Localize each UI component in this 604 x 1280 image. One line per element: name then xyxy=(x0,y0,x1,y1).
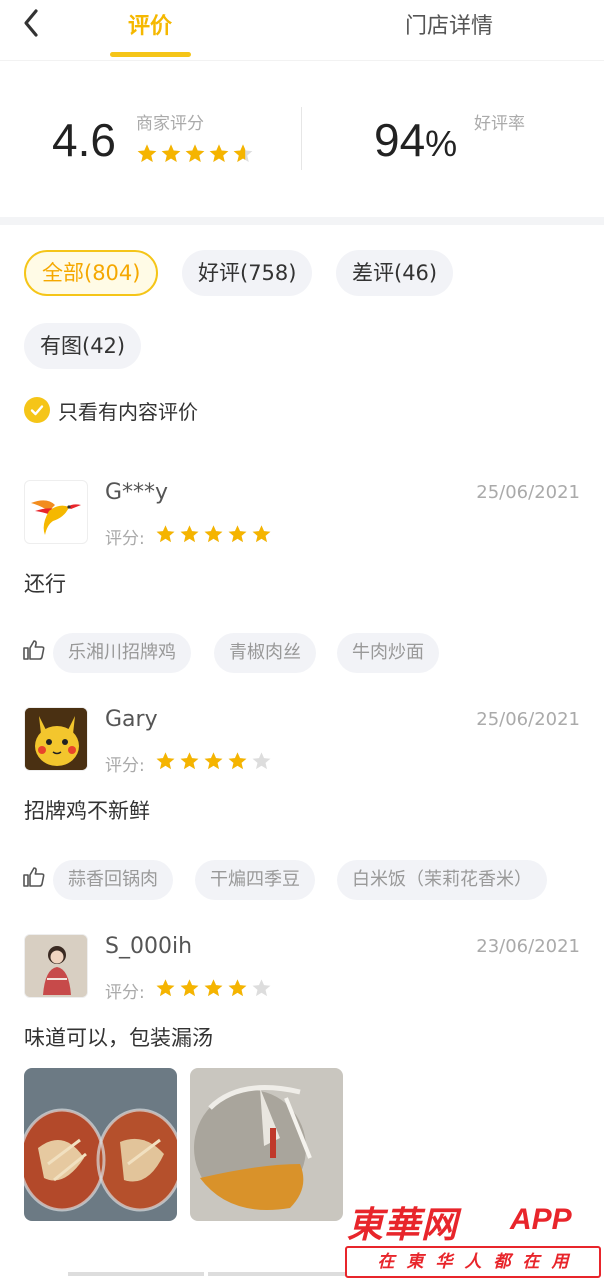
star-empty-icon xyxy=(252,752,271,770)
avatar[interactable] xyxy=(24,934,88,998)
dish-tag[interactable]: 蒜香回锅肉 xyxy=(53,860,173,900)
review-photo[interactable] xyxy=(190,1068,343,1221)
hummingbird-logo-icon xyxy=(31,500,81,535)
user-photo-avatar-icon xyxy=(25,935,87,997)
review-date: 25/06/2021 xyxy=(476,482,580,503)
merchant-score-stars xyxy=(136,143,254,169)
review-text: 招牌鸡不新鲜 xyxy=(24,799,150,823)
review-rating-stars xyxy=(155,524,272,549)
tab-reviews[interactable]: 评价 xyxy=(128,8,172,40)
merchant-score-label: 商家评分 xyxy=(136,114,204,134)
leaking-package-photo-icon xyxy=(190,1068,343,1221)
review-text: 味道可以，包装漏汤 xyxy=(24,1026,213,1050)
star-filled-icon xyxy=(180,525,199,543)
dish-tag[interactable]: 干煸四季豆 xyxy=(195,860,315,900)
review-rating-stars xyxy=(155,978,272,1003)
filter-photos-chip[interactable]: 有图(42) xyxy=(24,323,142,369)
food-photo-icon xyxy=(24,1068,177,1221)
star-filled-icon xyxy=(228,525,247,543)
tab-store-details[interactable]: 门店详情 xyxy=(405,8,493,40)
list-bottom-line xyxy=(68,1272,204,1276)
rating-summary: 4.6 商家评分 94% 好评率 xyxy=(0,60,604,217)
dish-tag[interactable]: 乐湘川招牌鸡 xyxy=(53,633,191,673)
checkmark-icon xyxy=(24,397,50,423)
star-filled-icon xyxy=(185,144,205,162)
dish-tag[interactable]: 牛肉炒面 xyxy=(337,633,439,673)
review-text: 还行 xyxy=(24,572,66,596)
star-filled-icon xyxy=(156,752,175,770)
review-username: G***y xyxy=(105,480,169,505)
review-rating-stars xyxy=(155,751,272,776)
rating-label: 评分: xyxy=(105,756,145,776)
star-filled-icon xyxy=(161,144,181,162)
review-photo[interactable] xyxy=(24,1068,177,1221)
review-date: 23/06/2021 xyxy=(476,936,580,957)
thumbs-up-icon xyxy=(23,640,45,660)
star-filled-icon xyxy=(137,144,157,162)
active-tab-indicator xyxy=(110,52,191,57)
watermark-slogan-box: 在東华人都在用 xyxy=(345,1246,601,1278)
pikachu-avatar-icon xyxy=(25,708,87,770)
section-divider xyxy=(0,217,604,225)
dish-tag[interactable]: 青椒肉丝 xyxy=(214,633,316,673)
star-filled-icon xyxy=(180,979,199,997)
avatar[interactable] xyxy=(24,707,88,771)
rating-label: 评分: xyxy=(105,529,145,549)
list-bottom-line xyxy=(208,1272,348,1276)
back-button[interactable] xyxy=(18,6,48,40)
filter-good-chip[interactable]: 好评(758) xyxy=(182,250,313,296)
star-half-icon xyxy=(233,144,253,162)
watermark-slogan: 在東华人都在用 xyxy=(377,1252,581,1272)
content-only-label: 只看有内容评价 xyxy=(58,399,198,424)
review-username: S_000ih xyxy=(105,934,193,959)
star-filled-icon xyxy=(180,752,199,770)
content-only-toggle[interactable]: 只看有内容评价 xyxy=(24,396,198,424)
top-nav: 评价 门店详情 xyxy=(0,0,604,60)
watermark-brand: 東華网 xyxy=(347,1205,459,1246)
chevron-left-icon xyxy=(24,9,38,37)
rating-label: 评分: xyxy=(105,983,145,1003)
star-filled-icon xyxy=(228,752,247,770)
watermark-app: APP xyxy=(510,1203,572,1236)
star-filled-icon xyxy=(252,525,271,543)
review-username: Gary xyxy=(105,707,158,732)
positive-rate-label: 好评率 xyxy=(474,114,525,134)
star-filled-icon xyxy=(156,525,175,543)
avatar[interactable] xyxy=(24,480,88,544)
merchant-score: 4.6 xyxy=(52,114,116,166)
filter-all-chip[interactable]: 全部(804) xyxy=(24,250,159,296)
star-filled-icon xyxy=(209,144,229,162)
filter-bad-chip[interactable]: 差评(46) xyxy=(336,250,454,296)
star-filled-icon xyxy=(204,979,223,997)
positive-rate: 94% xyxy=(374,114,458,166)
star-filled-icon xyxy=(228,979,247,997)
star-filled-icon xyxy=(156,979,175,997)
review-date: 25/06/2021 xyxy=(476,709,580,730)
dish-tag[interactable]: 白米饭（茉莉花香米） xyxy=(337,860,547,900)
star-filled-icon xyxy=(204,525,223,543)
thumbs-up-icon xyxy=(23,867,45,887)
star-filled-icon xyxy=(204,752,223,770)
star-empty-icon xyxy=(252,979,271,997)
summary-divider xyxy=(301,107,302,170)
